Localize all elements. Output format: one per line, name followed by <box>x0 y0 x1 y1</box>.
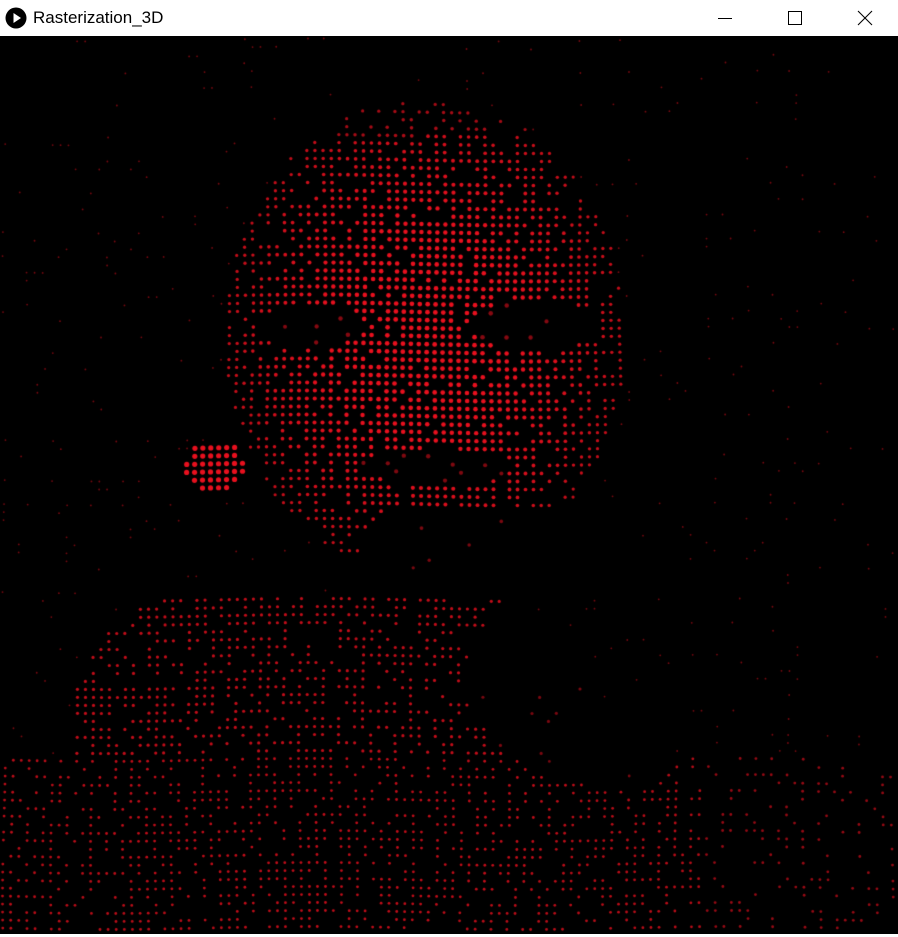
app-window: Rasterization_3D <box>0 0 898 937</box>
maximize-button[interactable] <box>760 0 830 36</box>
minimize-icon <box>718 18 732 19</box>
maximize-icon <box>788 11 802 25</box>
point-cloud-canvas[interactable] <box>0 36 898 934</box>
close-icon <box>857 10 873 26</box>
play-icon <box>5 7 27 29</box>
minimize-button[interactable] <box>690 0 760 36</box>
window-title: Rasterization_3D <box>33 8 164 27</box>
title-bar[interactable]: Rasterization_3D <box>0 0 898 36</box>
sketch-canvas-area[interactable] <box>0 36 898 934</box>
close-button[interactable] <box>830 0 898 36</box>
